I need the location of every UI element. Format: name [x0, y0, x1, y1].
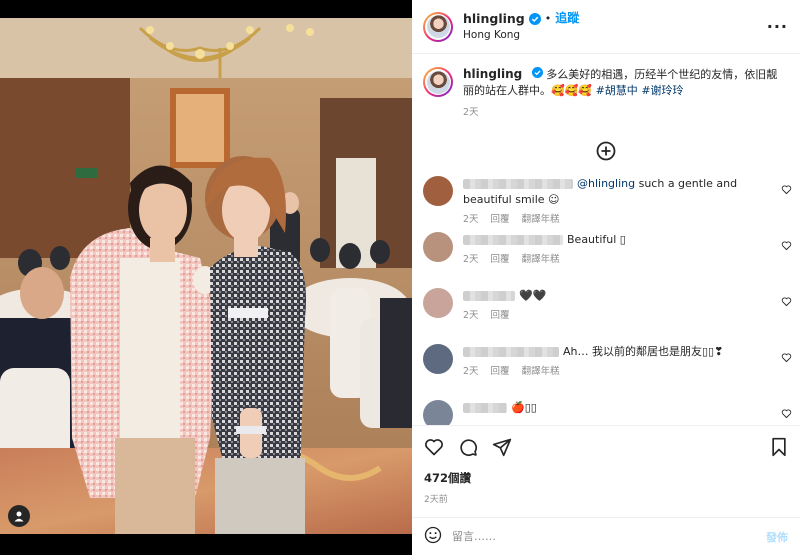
bookmark-icon[interactable]: [770, 437, 788, 457]
blurred-username[interactable]: [463, 403, 507, 413]
comment-text: Beautiful ▯: [567, 233, 626, 246]
list-item: Ah… 我以前的鄰居也是朋友▯▯❣ 2天 回覆 翻譯年糕: [412, 340, 800, 396]
likes-count[interactable]: 472個讚: [424, 470, 788, 486]
avatar[interactable]: [423, 400, 453, 425]
comment-text: 🖤🖤: [519, 289, 547, 302]
blurred-username[interactable]: [463, 347, 559, 357]
comments-list: @hlingling such a gentle and beautiful s…: [412, 172, 800, 425]
comment-text: Ah… 我以前的鄰居也是朋友▯▯❣: [563, 345, 724, 358]
translate-button[interactable]: 翻譯年糕: [522, 366, 560, 377]
avatar[interactable]: [423, 344, 453, 374]
post-panel: hlingling • 追蹤 Hong Kong ··· hlingling 多…: [412, 0, 800, 555]
comment-age: 2天: [463, 254, 479, 265]
comment-form: 發佈: [412, 517, 800, 555]
heart-icon[interactable]: [781, 240, 792, 254]
comment-age: 2天: [463, 214, 479, 225]
heart-icon[interactable]: [781, 408, 792, 422]
load-more-comments-button[interactable]: [412, 137, 800, 167]
heart-icon[interactable]: [781, 352, 792, 366]
heart-icon[interactable]: [424, 437, 444, 457]
list-item: @hlingling such a gentle and beautiful s…: [412, 172, 800, 228]
post-comment-button[interactable]: 發佈: [766, 529, 788, 545]
hashtag-link[interactable]: #胡慧中: [596, 84, 638, 97]
reply-button[interactable]: 回覆: [491, 366, 510, 377]
caption-username[interactable]: hlingling: [463, 67, 522, 81]
avatar[interactable]: [423, 11, 453, 42]
post-caption: hlingling 多么美好的相遇，历经半个世纪的友情，依旧靓丽的站在人群中。🥰…: [412, 54, 800, 121]
verified-badge-icon: [531, 67, 543, 78]
comment-text: 🍎▯▯: [511, 401, 537, 414]
comment-age: 2天: [463, 310, 479, 321]
translate-button[interactable]: 翻譯年糕: [522, 254, 560, 265]
reply-button[interactable]: 回覆: [491, 310, 510, 321]
list-item: 🍎▯▯: [412, 396, 800, 425]
reply-button[interactable]: 回覆: [491, 214, 510, 225]
plus-circle-icon[interactable]: [596, 141, 616, 164]
username-link[interactable]: hlingling: [463, 11, 525, 27]
avatar[interactable]: [423, 176, 453, 206]
hashtag-link[interactable]: #谢玲玲: [641, 84, 683, 97]
caption-age: 2天: [463, 107, 479, 118]
avatar[interactable]: [423, 288, 453, 318]
translate-button[interactable]: 翻譯年糕: [522, 214, 560, 225]
post-timestamp: 2天前: [424, 495, 448, 505]
post-photo[interactable]: [0, 0, 412, 555]
paper-plane-icon[interactable]: [492, 437, 512, 457]
avatar[interactable]: [423, 232, 453, 262]
user-tag-icon[interactable]: [8, 505, 30, 527]
post-header: hlingling • 追蹤 Hong Kong ···: [412, 0, 800, 54]
heart-icon[interactable]: [781, 296, 792, 310]
blurred-username[interactable]: [463, 235, 563, 245]
emoji-icon[interactable]: [424, 526, 442, 547]
more-options-icon[interactable]: ···: [767, 17, 788, 36]
blurred-username[interactable]: [463, 291, 515, 301]
photo-scene: [0, 18, 412, 534]
follow-button[interactable]: 追蹤: [555, 11, 579, 27]
blurred-username[interactable]: [463, 179, 573, 189]
avatar[interactable]: [423, 67, 453, 97]
reply-button[interactable]: 回覆: [491, 254, 510, 265]
location-link[interactable]: Hong Kong: [463, 29, 767, 43]
list-item: Beautiful ▯ 2天 回覆 翻譯年糕: [412, 228, 800, 284]
verified-badge-icon: [528, 12, 541, 25]
post-actions: 472個讚 2天前: [412, 425, 800, 519]
comment-input[interactable]: [452, 530, 766, 543]
comment-icon[interactable]: [458, 437, 478, 457]
dot-separator: •: [544, 11, 552, 25]
list-item: 🖤🖤 2天 回覆: [412, 284, 800, 340]
heart-icon[interactable]: [781, 184, 792, 198]
mention-link[interactable]: @hlingling: [577, 177, 635, 190]
comment-age: 2天: [463, 366, 479, 377]
